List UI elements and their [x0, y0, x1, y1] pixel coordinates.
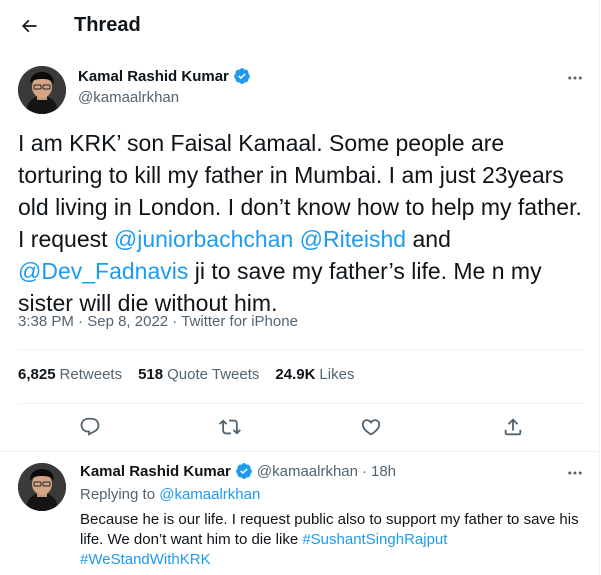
like-icon: [361, 419, 381, 436]
thread-view: Thread Kamal Rashid Kumar @kamaalrkhan I…: [0, 0, 600, 575]
tweet-text-and: and: [406, 226, 451, 252]
tweet-separator: [0, 451, 600, 452]
author-avatar[interactable]: [18, 66, 66, 114]
reply-text: Because he is our life. I request public…: [80, 510, 585, 570]
mention-link[interactable]: @Riteishd: [300, 226, 406, 252]
more-options-button[interactable]: [560, 68, 590, 88]
reply-icon: [80, 417, 100, 436]
replying-to-label: Replying to: [80, 486, 156, 503]
likes-stat[interactable]: 24.9K Likes: [275, 366, 354, 383]
retweets-stat[interactable]: 6,825 Retweets: [18, 366, 122, 383]
thread-header: Thread: [0, 0, 600, 53]
author-name-line: Kamal Rashid Kumar: [78, 67, 251, 85]
like-button[interactable]: [356, 412, 386, 442]
reply-author-avatar[interactable]: [18, 463, 66, 511]
more-icon: [568, 471, 582, 475]
divider: [18, 403, 584, 404]
share-button[interactable]: [498, 412, 528, 442]
tweet-metadata: 3:38 PM · Sep 8, 2022 · Twitter for iPho…: [18, 313, 298, 330]
tweet-actions: [0, 408, 600, 444]
replying-to-link[interactable]: @kamaalrkhan: [159, 486, 260, 503]
replying-to: Replying to @kamaalrkhan: [80, 486, 260, 503]
reply-button[interactable]: [75, 412, 105, 442]
hashtag-link[interactable]: #SushantSinghRajput: [302, 531, 447, 548]
page-title: Thread: [74, 14, 141, 36]
reply-time[interactable]: 18h: [371, 463, 396, 480]
back-arrow-icon: [21, 19, 37, 33]
tweet-source[interactable]: Twitter for iPhone: [181, 313, 298, 330]
hashtag-link[interactable]: #WeStandWithKRK: [80, 551, 211, 568]
back-button[interactable]: [14, 11, 44, 41]
verified-badge-icon: [234, 68, 250, 84]
reply-author-line: Kamal Rashid Kumar @kamaalrkhan · 18h: [80, 462, 397, 480]
reply-author-handle[interactable]: @kamaalrkhan: [257, 463, 358, 480]
retweet-icon: [219, 419, 241, 435]
more-icon: [568, 76, 582, 80]
tweet-stats: 6,825 Retweets 518 Quote Tweets 24.9K Likes: [18, 366, 370, 383]
author-name[interactable]: Kamal Rashid Kumar: [78, 68, 229, 85]
divider: [18, 349, 584, 350]
retweet-button[interactable]: [215, 412, 245, 442]
quote-tweets-stat[interactable]: 518 Quote Tweets: [138, 366, 259, 383]
share-icon: [504, 418, 522, 436]
tweet-date[interactable]: Sep 8, 2022: [87, 313, 168, 330]
tweet-text: I am KRK’ son Faisal Kamaal. Some people…: [18, 127, 583, 319]
mention-link[interactable]: @Dev_Fadnavis: [18, 258, 188, 284]
author-handle[interactable]: @kamaalrkhan: [78, 89, 179, 106]
reply-author-name[interactable]: Kamal Rashid Kumar: [80, 463, 231, 480]
verified-badge-icon: [236, 463, 252, 479]
mention-link[interactable]: @juniorbachchan: [114, 226, 293, 252]
reply-more-options-button[interactable]: [560, 463, 590, 483]
tweet-time[interactable]: 3:38 PM: [18, 313, 74, 330]
